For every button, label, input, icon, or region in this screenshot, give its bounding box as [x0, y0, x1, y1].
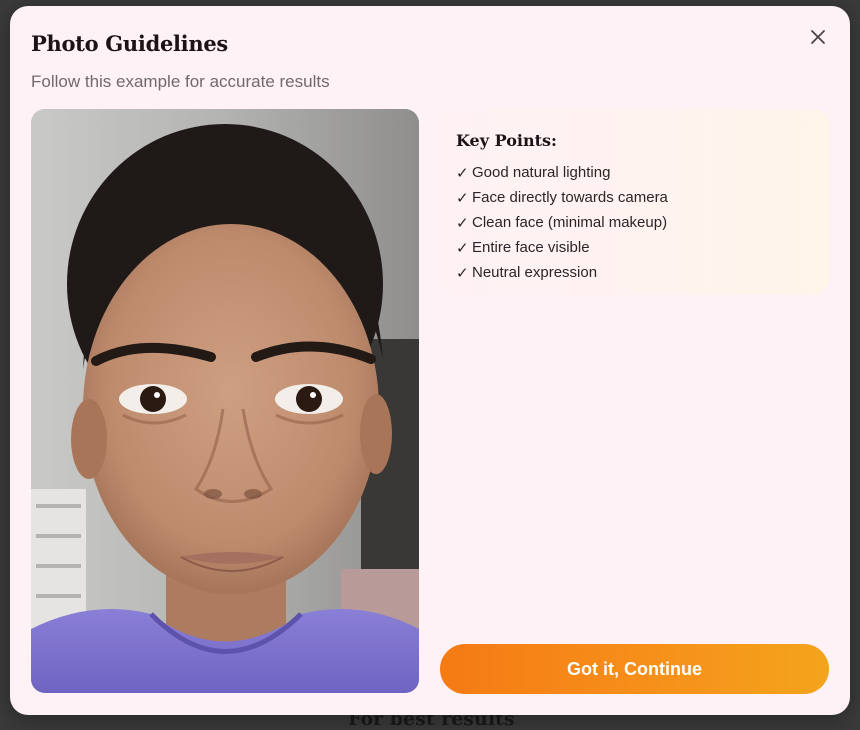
- example-face-image: [31, 109, 419, 693]
- photo-guidelines-modal: Photo Guidelines Follow this example for…: [10, 6, 850, 715]
- continue-button[interactable]: Got it, Continue: [440, 644, 829, 694]
- modal-subtitle: Follow this example for accurate results: [31, 72, 330, 91]
- modal-title: Photo Guidelines: [31, 31, 228, 56]
- key-point-item: ✓ Entire face visible: [456, 235, 668, 260]
- key-point-item: ✓ Good natural lighting: [456, 160, 668, 185]
- key-point-text: Face directly towards camera: [472, 189, 668, 206]
- key-point-item: ✓ Face directly towards camera: [456, 185, 668, 210]
- key-point-item: ✓ Clean face (minimal makeup): [456, 210, 668, 235]
- close-icon: [811, 30, 825, 44]
- check-icon: ✓: [456, 264, 469, 282]
- example-photo: [31, 109, 419, 693]
- key-point-text: Clean face (minimal makeup): [472, 214, 668, 231]
- check-icon: ✓: [456, 164, 469, 182]
- check-icon: ✓: [456, 189, 469, 207]
- key-point-text: Neutral expression: [472, 264, 598, 281]
- key-points-title: Key Points:: [456, 131, 557, 150]
- key-points-card: Key Points: ✓ Good natural lighting ✓ Fa…: [440, 109, 829, 295]
- close-button[interactable]: [807, 26, 829, 48]
- check-icon: ✓: [456, 214, 469, 232]
- key-point-text: Good natural lighting: [472, 164, 611, 181]
- check-icon: ✓: [456, 239, 469, 257]
- key-point-text: Entire face visible: [472, 239, 590, 256]
- key-point-item: ✓ Neutral expression: [456, 260, 668, 285]
- key-points-list: ✓ Good natural lighting ✓ Face directly …: [456, 160, 668, 285]
